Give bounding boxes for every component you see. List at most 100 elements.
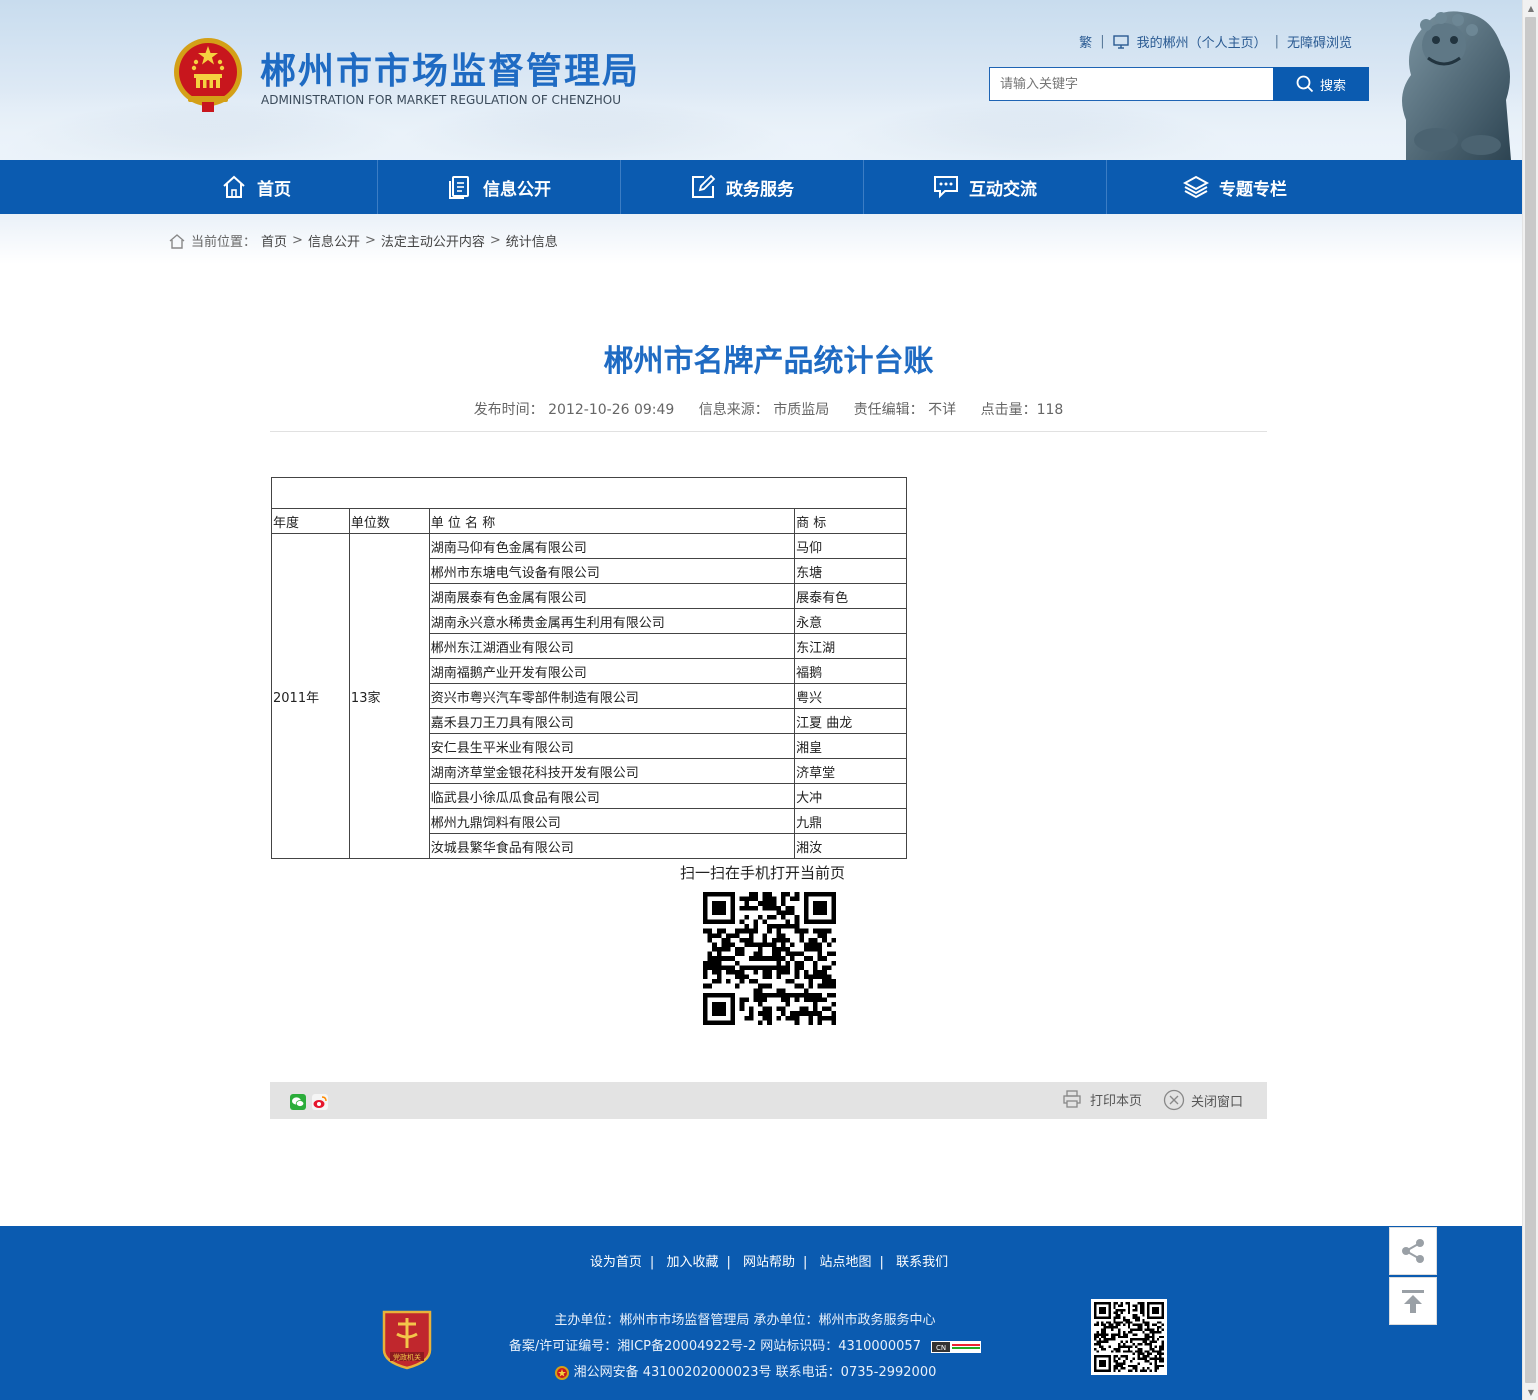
company-cell: 郴州市东塘电气设备有限公司 (428, 558, 796, 584)
floating-share-button[interactable] (1389, 1227, 1437, 1275)
scroll-down-arrow-icon[interactable]: ▼ (1523, 1384, 1538, 1400)
table-header-row: 年度 单位数 单 位 名 称 商 标 (271, 508, 907, 534)
brand-cell: 九鼎 (794, 808, 907, 834)
nav-item-label: 互动交流 (969, 179, 1037, 200)
company-cell: 安仁县生平米业有限公司 (428, 733, 796, 759)
separator: | (726, 1255, 731, 1270)
brand-cell: 大冲 (794, 783, 907, 809)
brand-cell: 永意 (794, 608, 907, 634)
company-cell: 湖南马仰有色金属有限公司 (428, 533, 796, 559)
company-cell: 湖南永兴意水稀贵金属再生利用有限公司 (428, 608, 796, 634)
footer-link-sitemap[interactable]: 站点地图 (820, 1255, 872, 1270)
footer-link-contact[interactable]: 联系我们 (896, 1255, 948, 1270)
company-cell: 郴州九鼎饲料有限公司 (428, 808, 796, 834)
footer-info: 主办单位：郴州市市场监督管理局 承办单位：郴州市政务服务中心 备案/许可证编号：… (440, 1308, 1050, 1386)
info-source: 信息来源： 市质监局 (699, 402, 829, 418)
article-meta: 发布时间： 2012-10-26 09:49 信息来源： 市质监局 责任编辑： … (270, 399, 1267, 419)
company-cell: 资兴市粤兴汽车零部件制造有限公司 (428, 683, 796, 709)
breadcrumb-statistics[interactable]: 统计信息 (506, 231, 558, 250)
breadcrumb-info-disclosure[interactable]: 信息公开 (308, 231, 360, 250)
home-icon (169, 233, 185, 249)
divider (270, 431, 1267, 432)
my-chenzhou-link[interactable]: 我的郴州（个人主页） (1137, 32, 1267, 51)
company-cell: 临武县小徐瓜瓜食品有限公司 (428, 783, 796, 809)
party-government-badge-icon[interactable]: 党政机关 (380, 1308, 434, 1370)
vertical-scrollbar[interactable]: ▲ ▼ (1522, 0, 1538, 1400)
company-cell: 汝城县繁华食品有限公司 (428, 833, 796, 859)
nav-item-label: 政务服务 (726, 179, 794, 200)
clicks-label: 点击量： (980, 402, 1037, 418)
qr-caption: 扫一扫在手机打开当前页 (680, 864, 846, 882)
nav-item-gov-services[interactable]: 政务服务 (621, 160, 864, 214)
nav-item-label: 信息公开 (483, 179, 551, 200)
back-to-top-button[interactable] (1389, 1277, 1437, 1325)
company-cell: 湖南济草堂金银花科技开发有限公司 (428, 758, 796, 784)
close-label: 关闭窗口 (1191, 1094, 1244, 1110)
site-header: 郴州市市场监督管理局 ADMINISTRATION FOR MARKET REG… (0, 0, 1522, 160)
chat-icon (934, 176, 958, 199)
editor: 责任编辑： 不详 (854, 402, 956, 418)
nav-item-special-topics[interactable]: 专题专栏 (1107, 160, 1363, 214)
scroll-up-arrow-icon[interactable]: ▲ (1523, 0, 1538, 16)
brand-products-table: 年度 单位数 单 位 名 称 商 标 2011年 13家 湖南马仰有色金属有限公司马… (271, 477, 907, 859)
weibo-icon[interactable] (312, 1094, 328, 1110)
separator: | (649, 1255, 655, 1270)
publish-time-value: 2012-10-26 09:49 (548, 402, 675, 418)
footer-links: 设为首页 | 加入收藏 | 网站帮助 | 站点地图 | 联系我们 (0, 1251, 1538, 1270)
separator: | (879, 1255, 884, 1270)
print-page-button[interactable]: 打印本页 (1062, 1089, 1142, 1109)
table-body: 年度 单位数 单 位 名 称 商 标 2011年 13家 湖南马仰有色金属有限公司马… (271, 477, 907, 859)
article-title: 郴州市名牌产品统计台账 (603, 344, 934, 379)
header-year: 年度 (271, 508, 350, 534)
scroll-thumb[interactable] (1525, 17, 1536, 1383)
search-input[interactable] (989, 67, 1274, 101)
cnzz-stat-icon[interactable]: CN (931, 1340, 982, 1353)
company-cell: 湖南福鹅产业开发有限公司 (428, 658, 796, 684)
breadcrumb-home[interactable]: 首页 (261, 231, 287, 250)
badge-text: 党政机关 (393, 1353, 421, 1362)
footer-icp-line: 备案/许可证编号：湘ICP备20004922号-2 网站标识码：43100000… (440, 1334, 1050, 1360)
footer-link-set-homepage[interactable]: 设为首页 (590, 1255, 642, 1270)
wechat-icon[interactable] (290, 1094, 306, 1110)
breadcrumb-prefix: 当前位置： (191, 235, 257, 250)
search-button[interactable]: 搜索 (1273, 67, 1369, 101)
print-label: 打印本页 (1090, 1093, 1143, 1109)
footer-link-help[interactable]: 网站帮助 (743, 1255, 795, 1270)
nav-item-interaction[interactable]: 互动交流 (864, 160, 1107, 214)
footer-link-bookmark[interactable]: 加入收藏 (666, 1255, 718, 1270)
header-brand: 商 标 (794, 508, 907, 534)
home-icon (223, 175, 245, 198)
nav-item-label: 首页 (257, 179, 291, 200)
company-cell: 郴州东江湖酒业有限公司 (428, 633, 796, 659)
breadcrumb-statutory-content[interactable]: 法定主动公开内容 (381, 231, 485, 250)
source-value: 市质监局 (773, 402, 830, 418)
brand-cell: 粤兴 (794, 683, 907, 709)
accessible-browse-link[interactable]: 无障碍浏览 (1287, 32, 1352, 51)
editor-value: 不详 (928, 402, 957, 418)
editor-label: 责任编辑： (853, 402, 924, 418)
footer-sponsor: 主办单位：郴州市市场监督管理局 承办单位：郴州市政务服务中心 (554, 1313, 936, 1328)
footer-security: 湘公网安备 43100202000023号 联系电话：0735-2992000 (573, 1365, 937, 1380)
breadcrumb: 当前位置： 首页 > 信息公开 > 法定主动公开内容 > 统计信息 (168, 231, 558, 250)
footer-security-line: 湘公网安备 43100202000023号 联系电话：0735-2992000 (440, 1360, 1050, 1386)
table-row: 2011年 13家 湖南马仰有色金属有限公司 马仰 (271, 533, 907, 859)
footer-icp: 备案/许可证编号：湘ICP备20004922号-2 网站标识码：43100000… (508, 1339, 921, 1354)
nav-item-info-disclosure[interactable]: 信息公开 (378, 160, 621, 214)
year-cell: 2011年 (271, 533, 350, 859)
page-qr-code (703, 892, 836, 1025)
separator: | (803, 1255, 808, 1270)
brand-cell: 展泰有色 (794, 583, 907, 609)
nav-item-home[interactable]: 首页 (135, 160, 378, 214)
company-cell: 湖南展泰有色金属有限公司 (428, 583, 796, 609)
header-company: 单 位 名 称 (428, 508, 796, 534)
company-cell: 嘉禾县刀王刀具有限公司 (428, 708, 796, 734)
site-footer: 设为首页 | 加入收藏 | 网站帮助 | 站点地图 | 联系我们 党政机关 主办单位：郴… (0, 1226, 1522, 1400)
site-title: 郴州市市场监督管理局 (260, 51, 641, 92)
brand-cell: 东江湖 (794, 633, 907, 659)
breadcrumb-separator: > (489, 233, 501, 248)
brand-cell: 马仰 (794, 533, 907, 559)
table-cell (271, 477, 907, 509)
traditional-chinese-link[interactable]: 繁 (1079, 32, 1092, 51)
close-window-button[interactable]: 关闭窗口 (1163, 1089, 1243, 1111)
brand-cell: 湘汝 (794, 833, 907, 859)
